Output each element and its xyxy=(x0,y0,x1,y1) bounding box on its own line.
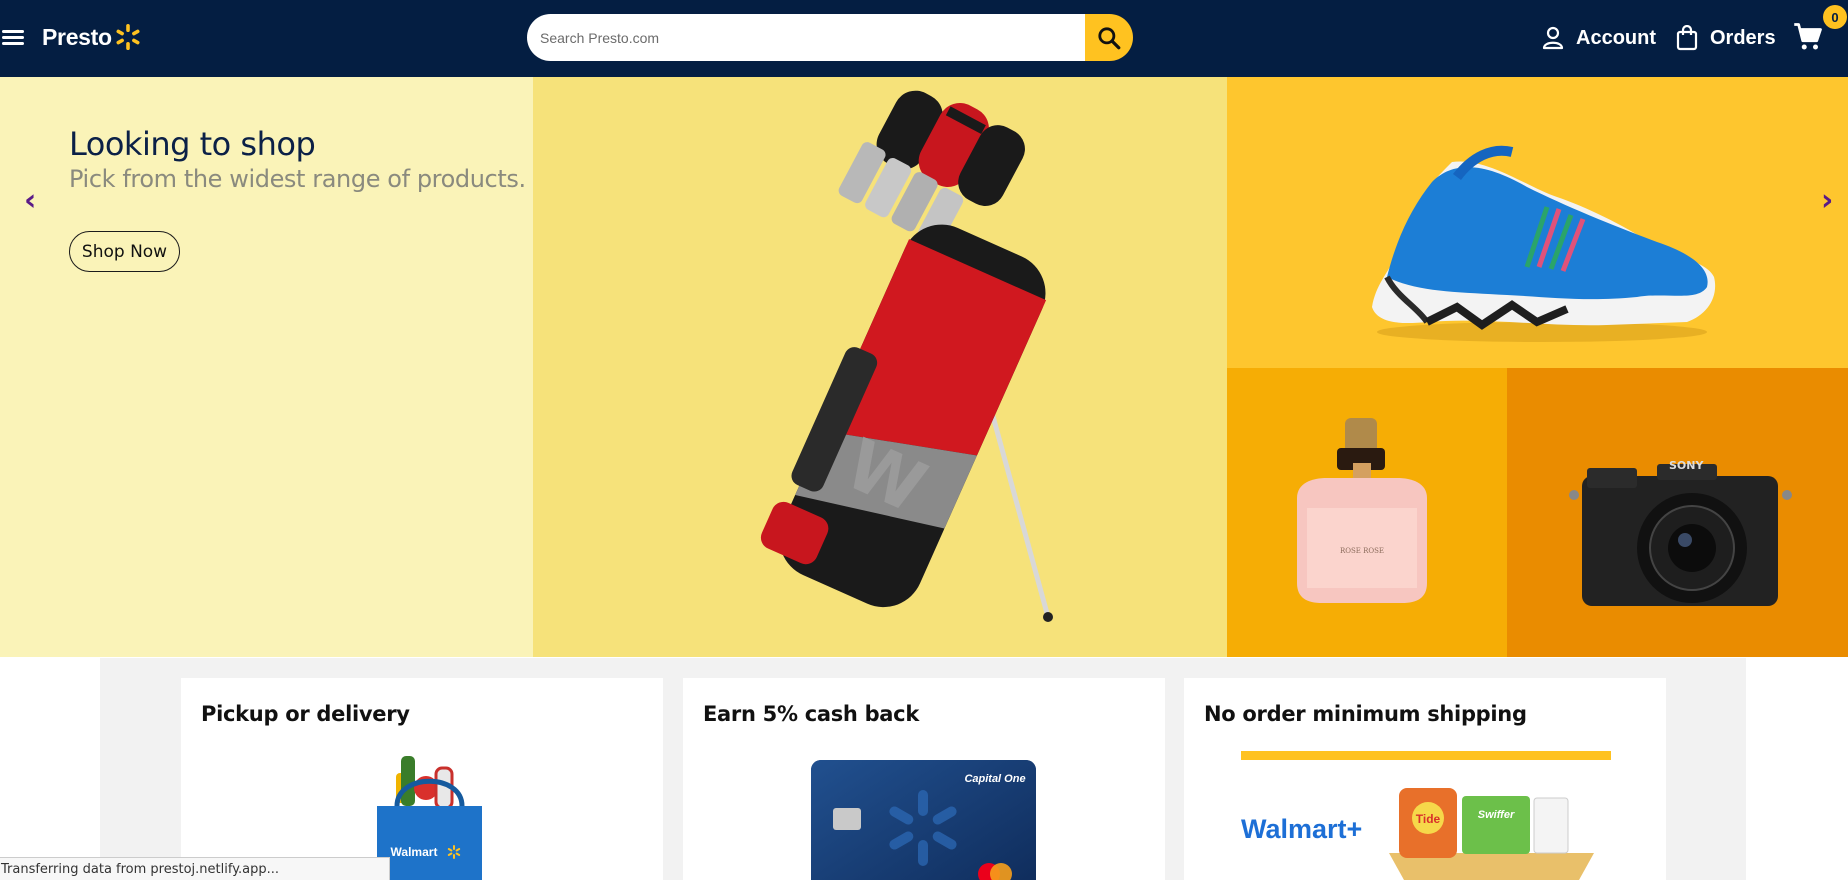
orders-link[interactable]: Orders xyxy=(1676,22,1776,54)
account-link[interactable]: Account xyxy=(1542,22,1656,54)
perfume-image: ROSE ROSE xyxy=(1297,418,1427,603)
hamburger-menu-icon[interactable] xyxy=(2,27,26,47)
tide-brand-text: Tide xyxy=(1416,812,1441,826)
top-header: Presto Account xyxy=(0,0,1848,77)
feature-card-cashback[interactable]: Earn 5% cash back Capital One xyxy=(683,678,1165,880)
sneaker-image xyxy=(1372,145,1716,342)
search-icon xyxy=(1098,26,1121,49)
shopping-bag-icon xyxy=(1676,25,1698,51)
cart-button[interactable] xyxy=(1793,22,1825,54)
shopping-cart-icon xyxy=(1794,23,1822,50)
camera-brand-text: SONY xyxy=(1669,459,1704,472)
cart-count-badge: 0 xyxy=(1823,5,1847,29)
hero-text-panel xyxy=(0,77,533,657)
feature-card-title: No order minimum shipping xyxy=(1204,702,1527,726)
search-bar xyxy=(527,14,1133,61)
bag-brand-text: Walmart xyxy=(391,845,438,859)
search-input[interactable] xyxy=(527,14,1087,61)
walmart-plus-text: Walmart+ xyxy=(1241,814,1362,844)
carousel-next-arrow[interactable]: › xyxy=(1821,183,1833,218)
feature-card-shipping[interactable]: No order minimum shipping Walmart+ Tide … xyxy=(1184,678,1666,880)
feature-card-title: Pickup or delivery xyxy=(201,702,410,726)
orders-label: Orders xyxy=(1710,26,1776,49)
feature-card-title: Earn 5% cash back xyxy=(703,702,919,726)
golf-bag-image: W xyxy=(760,90,1053,622)
hero-carousel: W ROSE ROSE SONY Looking to shop Pick fr… xyxy=(0,77,1848,657)
camera-panel: SONY xyxy=(1507,368,1848,657)
golf-bag-panel: W xyxy=(533,77,1227,657)
user-icon xyxy=(1542,26,1564,50)
swiffer-brand-text: Swiffer xyxy=(1478,809,1515,821)
account-label: Account xyxy=(1576,26,1656,49)
hero-title: Looking to shop xyxy=(69,125,316,163)
feature-card-pickup[interactable]: Pickup or delivery Walmart xyxy=(181,678,663,880)
carousel-prev-arrow[interactable]: ‹ xyxy=(24,183,36,218)
browser-status-bar: Transferring data from prestoj.netlify.a… xyxy=(0,857,390,880)
perfume-panel: ROSE ROSE xyxy=(1227,368,1507,657)
search-button[interactable] xyxy=(1085,14,1133,61)
hero-subtitle: Pick from the widest range of products. xyxy=(69,165,526,193)
camera-image: SONY xyxy=(1569,459,1792,606)
sneaker-panel xyxy=(1227,77,1848,368)
shop-now-button[interactable]: Shop Now xyxy=(69,231,180,272)
perfume-label-text: ROSE ROSE xyxy=(1340,547,1384,555)
spark-icon xyxy=(116,24,140,50)
logo[interactable]: Presto xyxy=(42,22,142,52)
card-brand-text: Capital One xyxy=(964,773,1025,785)
logo-text: Presto xyxy=(42,23,112,50)
